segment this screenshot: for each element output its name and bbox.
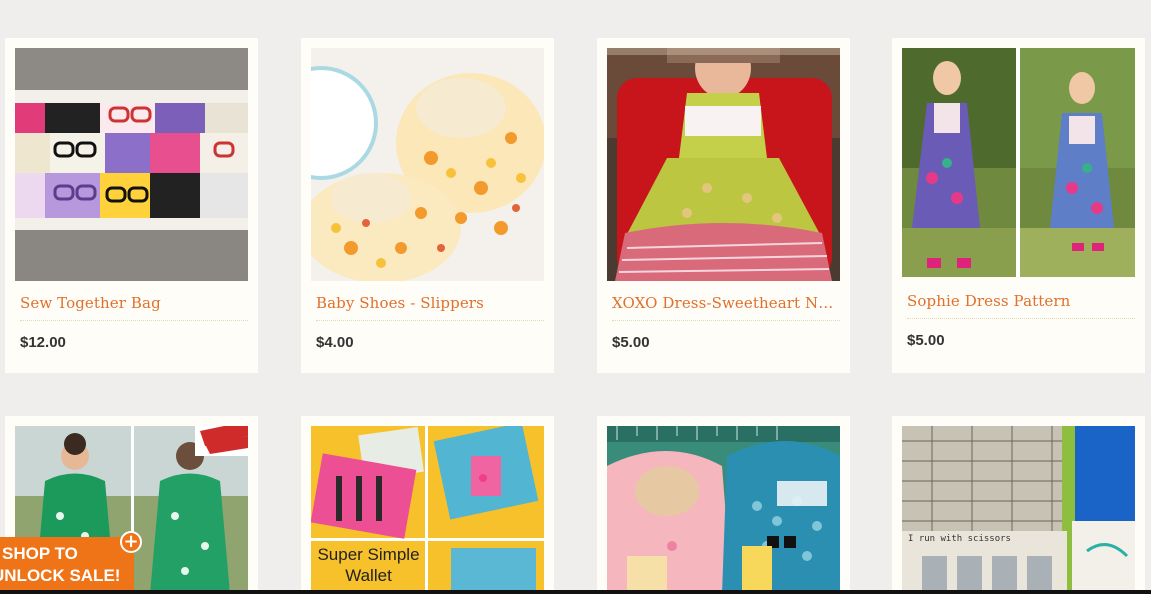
product-image-patchwork-wallet[interactable]: Super Simple Wallet — [311, 426, 544, 594]
product-image-xoxo-dress[interactable] — [607, 48, 840, 281]
product-card[interactable] — [597, 416, 850, 594]
product-card[interactable]: Sew Together Bag $12.00 — [5, 38, 258, 373]
product-title[interactable]: Baby Shoes - Slippers — [316, 294, 544, 321]
product-card[interactable]: I run with scissors — [892, 416, 1145, 594]
product-card[interactable]: XOXO Dress-Sweetheart Ne… $5.00 — [597, 38, 850, 373]
needle-case-overlay-text: I run with scissors — [908, 534, 1011, 544]
wallet-overlay-text: Super Simple Wallet — [317, 545, 420, 585]
product-price: $12.00 — [20, 334, 66, 351]
product-price: $5.00 — [907, 332, 945, 349]
product-title[interactable]: Sew Together Bag — [20, 294, 248, 321]
product-image-baby-slippers[interactable] — [311, 48, 544, 281]
product-card[interactable]: Super Simple Wallet — [301, 416, 554, 594]
product-card[interactable]: Sophie Dress Pattern $5.00 — [892, 38, 1145, 373]
shop-to-unlock-sale-banner[interactable]: SHOP TO UNLOCK SALE! — [0, 537, 134, 592]
product-title[interactable]: Sophie Dress Pattern — [907, 292, 1135, 319]
product-image-sophie-dress[interactable] — [902, 48, 1135, 277]
product-title[interactable]: XOXO Dress-Sweetheart Ne… — [612, 294, 840, 321]
product-price: $4.00 — [316, 334, 354, 351]
product-image-glasses-bag[interactable] — [15, 48, 248, 281]
promo-line-1: SHOP TO — [2, 544, 78, 563]
plus-circle-icon[interactable]: + — [120, 531, 142, 553]
product-card[interactable]: Baby Shoes - Slippers $4.00 — [301, 38, 554, 373]
promo-line-2: UNLOCK SALE! — [0, 566, 121, 585]
product-price: $5.00 — [612, 334, 650, 351]
product-image-needle-case[interactable]: I run with scissors — [902, 426, 1135, 594]
bottom-edge-bar — [0, 590, 1151, 594]
product-image-patchwork-bibs[interactable] — [607, 426, 840, 594]
